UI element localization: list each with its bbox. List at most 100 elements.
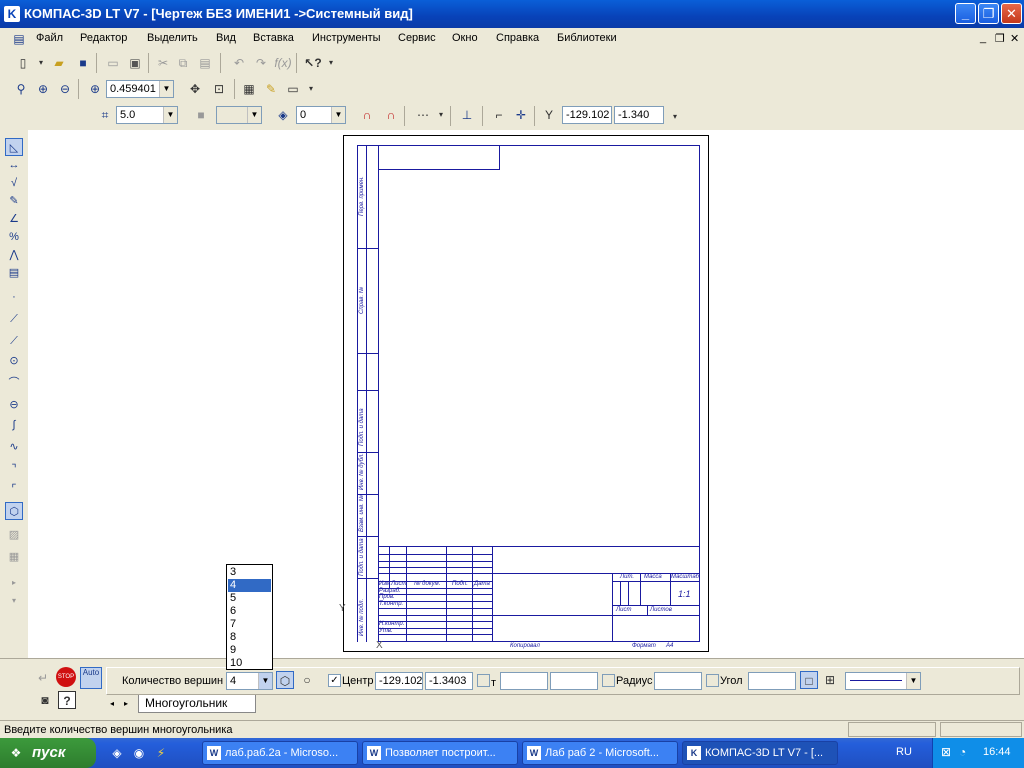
measure-panel-icon[interactable]: % [5, 228, 23, 246]
menu-tools[interactable]: Инструменты [312, 32, 381, 44]
zoom-window-icon[interactable]: ⚲ [12, 80, 30, 98]
radius-field[interactable] [654, 672, 702, 690]
zoom-scale-field[interactable]: 0.459401 ▼ [106, 80, 174, 98]
menu-libraries[interactable]: Библиотеки [557, 32, 617, 44]
layer-icon[interactable]: ◈ [274, 106, 292, 124]
start-button[interactable]: ❖ пуск [0, 738, 96, 768]
line-style-select[interactable]: ▼ [845, 672, 921, 690]
print-icon[interactable]: ▭ [104, 54, 122, 72]
kompas-app-icon[interactable]: K [4, 6, 20, 22]
line-style-dropdown-icon[interactable]: ▼ [906, 673, 920, 689]
coords-dropdown-icon[interactable]: ▾ [666, 108, 684, 126]
parametrization-panel-icon[interactable]: ∠ [5, 210, 23, 228]
point-checkbox[interactable] [477, 674, 490, 687]
vertex-option[interactable]: 7 [228, 618, 271, 631]
angle-field[interactable] [748, 672, 796, 690]
hatch-icon[interactable]: ▨ [5, 526, 23, 544]
vertex-option[interactable]: 5 [228, 592, 271, 605]
auxiliary-line-icon[interactable]: ⟋ [5, 310, 23, 328]
expand-icon[interactable]: ▸ [5, 574, 23, 592]
network-tray-icon[interactable]: ⊠ [941, 745, 951, 759]
redo-icon[interactable]: ↷ [252, 54, 270, 72]
cursor-y-field[interactable]: -1.340 [614, 106, 664, 124]
cursor-x-field[interactable]: -129.102 [562, 106, 612, 124]
edit-panel-icon[interactable]: ✎ [5, 192, 23, 210]
polyline-icon[interactable]: ∿ [5, 438, 23, 456]
point-y-field[interactable] [550, 672, 598, 690]
segment-icon[interactable]: ⟋ [5, 332, 23, 350]
minimize-button[interactable]: _ [955, 3, 976, 24]
grid-step-icon[interactable]: ⌗ [96, 106, 114, 124]
quicklaunch-app-icon[interactable]: ⚡ [152, 744, 170, 762]
layer-dropdown-icon[interactable]: ▼ [331, 107, 345, 123]
symbols-panel-icon[interactable]: √ [5, 174, 23, 192]
context-help-icon[interactable]: ↖? [304, 54, 322, 72]
vertex-option[interactable]: 8 [228, 631, 271, 644]
zoom-scale-icon[interactable]: ⊕ [86, 80, 104, 98]
menu-window[interactable]: Окно [452, 32, 478, 44]
document-icon[interactable]: ▤ [10, 30, 28, 48]
display-mode-icon[interactable]: ▭ [284, 80, 302, 98]
auto-create-button[interactable]: Auto [80, 667, 102, 689]
grid-icon[interactable]: ⋯ [414, 106, 432, 124]
help-icon[interactable]: ? [58, 691, 76, 709]
copy-icon[interactable]: ⧉ [174, 54, 192, 72]
menu-editor[interactable]: Редактор [80, 32, 127, 44]
grid-dropdown-icon[interactable]: ▾ [432, 106, 450, 124]
cursor-snap-icon[interactable]: ✛ [512, 106, 530, 124]
function-icon[interactable]: f(x) [274, 54, 292, 72]
vertex-option[interactable]: 6 [228, 605, 271, 618]
ellipse-icon[interactable]: ⊖ [5, 396, 23, 414]
menu-help[interactable]: Справка [496, 32, 539, 44]
vertex-option[interactable]: 3 [228, 566, 271, 579]
tab-scroll-right-icon[interactable]: ▸ [124, 699, 128, 708]
open-folder-icon[interactable]: ▰ [50, 54, 68, 72]
menu-select[interactable]: Выделить [147, 32, 198, 44]
snap-magnet-icon[interactable]: ∩ [358, 106, 376, 124]
language-indicator[interactable]: RU [896, 746, 912, 758]
angle-checkbox[interactable] [706, 674, 719, 687]
task-button-active[interactable]: K КОМПАС-3D LT V7 - [... [682, 741, 838, 765]
vertex-count-dropdown-icon[interactable]: ▼ [258, 673, 272, 689]
zoom-dropdown-icon[interactable]: ▼ [159, 81, 173, 97]
new-dropdown-icon[interactable]: ▾ [32, 54, 50, 72]
menu-file[interactable]: Файл [36, 32, 63, 44]
save-icon[interactable]: ■ [74, 54, 92, 72]
zoom-out-icon[interactable]: ⊖ [56, 80, 74, 98]
step-field[interactable]: 5.0 ▼ [116, 106, 178, 124]
quicklaunch-desktop-icon[interactable]: ◈ [108, 744, 126, 762]
new-file-icon[interactable]: ▯ [14, 54, 32, 72]
circle-icon[interactable]: ⊙ [5, 352, 23, 370]
vertex-option[interactable]: 9 [228, 644, 271, 657]
doc-close-icon[interactable]: ✕ [1010, 32, 1019, 45]
task-button[interactable]: W Позволяет построит... [362, 741, 518, 765]
geometry-panel-icon[interactable]: ◺ [5, 138, 23, 156]
dimensions-panel-icon[interactable]: ↔ [5, 156, 23, 174]
snap-settings-icon[interactable]: ∩ [382, 106, 400, 124]
circumscribed-polygon-icon[interactable]: ⬡ [276, 671, 294, 689]
spec-panel-icon[interactable]: ▤ [5, 264, 23, 282]
menu-insert[interactable]: Вставка [253, 32, 294, 44]
help-dropdown-icon[interactable]: ▾ [322, 54, 340, 72]
quicklaunch-network-icon[interactable]: ◉ [130, 744, 148, 762]
undo-icon[interactable]: ↶ [230, 54, 248, 72]
layer-field[interactable]: 0 ▼ [296, 106, 346, 124]
polygon-icon[interactable]: ⬡ [5, 502, 23, 520]
ortho-icon[interactable]: ⌐ [490, 106, 508, 124]
zoom-in-icon[interactable]: ⊕ [34, 80, 52, 98]
maximize-button[interactable]: ❐ [978, 3, 999, 24]
center-checkbox[interactable]: ✓ [328, 674, 341, 687]
center-y-field[interactable]: -1.3403 [425, 672, 473, 690]
with-axes-icon[interactable]: ⊞ [821, 671, 839, 689]
drawing-sheet[interactable]: Перв. примен. Справ. № Подп. и дата Инв.… [343, 135, 709, 652]
fillet-icon[interactable]: ⌜ [5, 480, 23, 498]
close-button[interactable]: ✕ [1001, 3, 1022, 24]
radius-checkbox[interactable] [602, 674, 615, 687]
doc-minimize-icon[interactable]: _ [980, 32, 986, 44]
point-icon[interactable]: · [5, 288, 23, 306]
show-all-icon[interactable]: ⊡ [210, 80, 228, 98]
pencil-icon[interactable]: ✎ [262, 80, 280, 98]
tab-polygon[interactable]: Многоугольник [138, 695, 256, 713]
task-button[interactable]: W лаб.раб.2а - Microso... [202, 741, 358, 765]
doc-restore-icon[interactable]: ❐ [995, 32, 1005, 45]
